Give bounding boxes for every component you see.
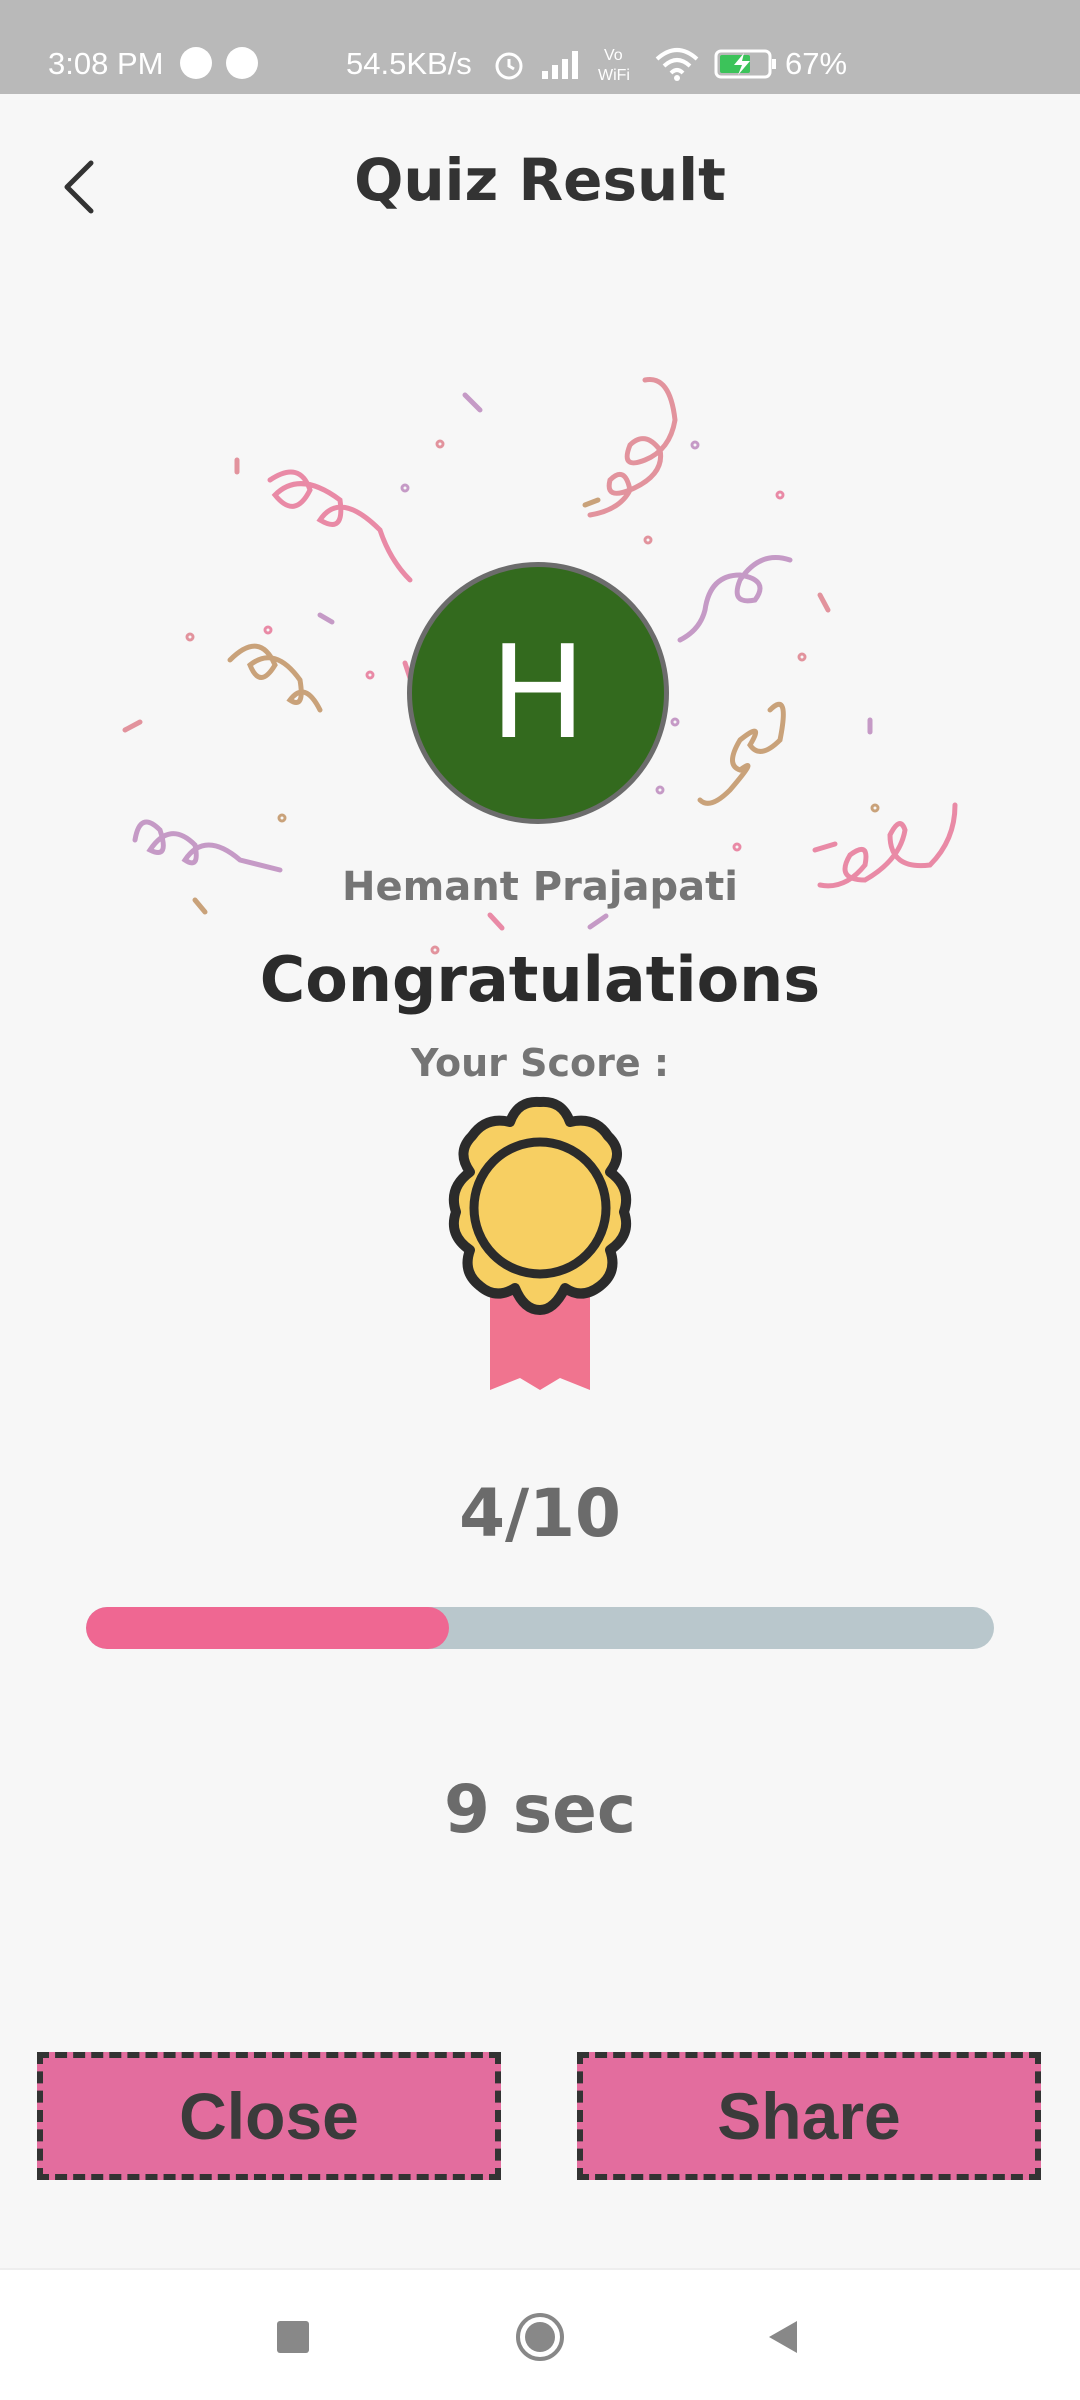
medal-icon xyxy=(448,1096,632,1390)
back-nav-button[interactable] xyxy=(756,2310,810,2364)
page-title: Quiz Result xyxy=(354,146,726,214)
recents-button[interactable] xyxy=(266,2310,320,2364)
congratulations-heading: Congratulations xyxy=(259,943,821,1016)
square-recents-icon xyxy=(277,2321,309,2353)
score-value: 4/10 xyxy=(459,1475,621,1552)
battery-charging-icon xyxy=(714,49,776,79)
wifi-icon xyxy=(655,48,699,81)
close-button[interactable]: Close xyxy=(37,2052,501,2180)
score-progress-bar xyxy=(86,1607,994,1649)
share-button[interactable]: Share xyxy=(577,2052,1041,2180)
triangle-back-icon xyxy=(769,2321,797,2353)
app-header: Quiz Result xyxy=(0,94,1080,264)
status-time: 3:08 PM xyxy=(48,46,164,81)
status-bar: 3:08 PM 54.5KB/s Vo WiFi 67% xyxy=(0,0,1080,94)
home-button[interactable] xyxy=(513,2310,567,2364)
alarm-icon xyxy=(495,52,523,80)
notification-icons xyxy=(180,47,258,79)
vowifi-icon: Vo WiFi xyxy=(598,47,630,84)
system-nav-bar xyxy=(0,2268,1080,2400)
svg-text:Vo: Vo xyxy=(604,47,623,64)
score-label: Your Score : xyxy=(410,1041,670,1085)
signal-icon xyxy=(542,51,578,79)
app-notification-icon xyxy=(226,47,258,79)
app-notification-icon xyxy=(180,47,212,79)
avatar: H xyxy=(407,562,669,824)
circle-home-icon xyxy=(516,2313,564,2361)
battery-percent: 67% xyxy=(785,46,848,81)
user-name: Hemant Prajapati xyxy=(342,864,738,910)
time-taken: 9 sec xyxy=(443,1771,637,1848)
network-speed: 54.5KB/s xyxy=(346,46,472,81)
score-progress-fill xyxy=(86,1607,450,1649)
svg-text:WiFi: WiFi xyxy=(598,67,630,84)
status-icons: Vo WiFi xyxy=(492,44,778,84)
